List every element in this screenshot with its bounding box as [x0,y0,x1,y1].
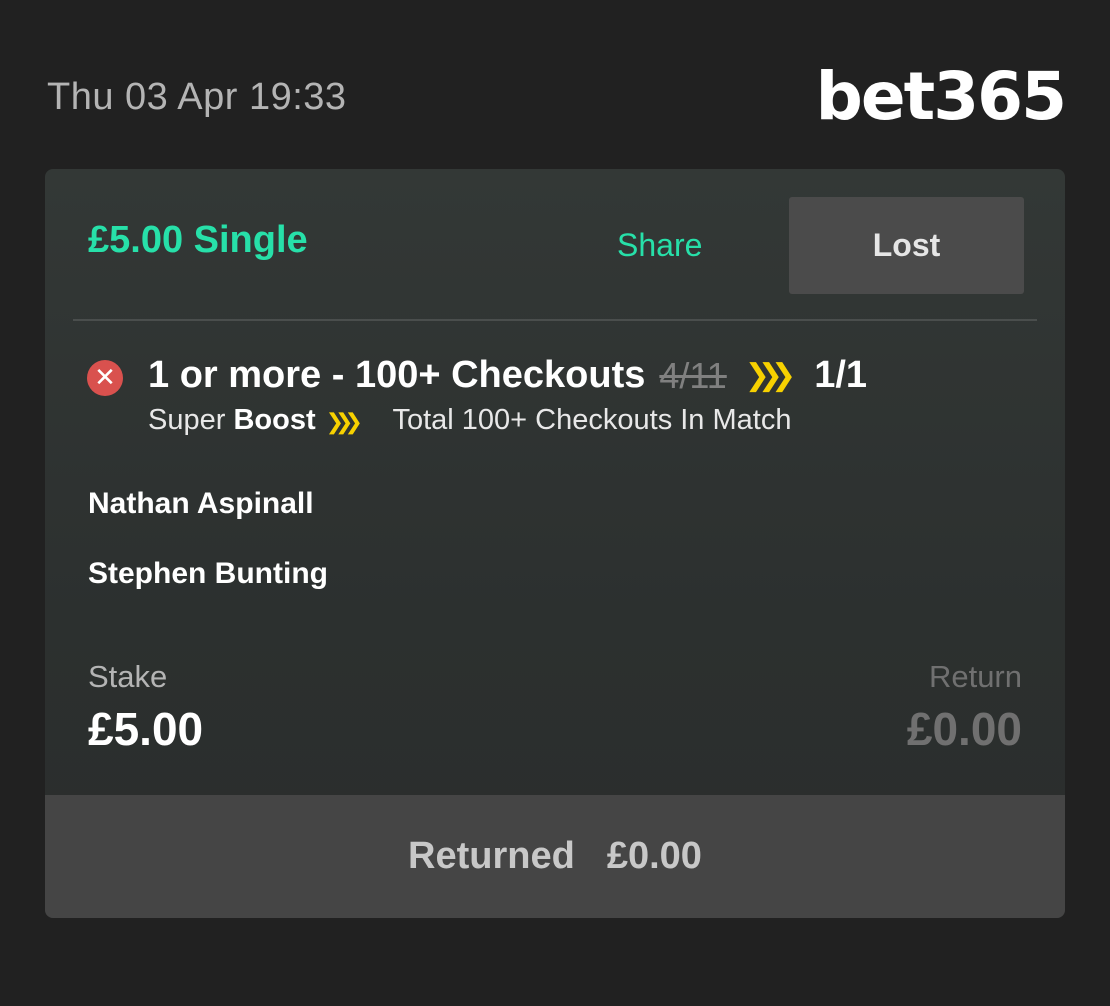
bet-status-button[interactable]: Lost [789,197,1024,294]
selection-line: 1 or more - 100+ Checkouts 4/11 ❯❯❯ 1/1 [148,354,867,397]
selection-subline: Super Boost ❯❯❯ Total 100+ Checkouts In M… [148,404,791,437]
boost-label: Boost [233,404,316,436]
selection-name: 1 or more - 100+ Checkouts [148,354,646,396]
returned-footer: Returned £0.00 [45,795,1065,918]
header-divider [73,319,1037,321]
stake-value: £5.00 [88,703,204,755]
stake-label: Stake [88,659,168,694]
old-odds: 4/11 [659,354,727,396]
boost-chevron-icon: ❯❯❯ [325,410,363,435]
bet-card: £5.00 Single Share Lost ✕ 1 or more - 10… [45,169,1065,918]
share-button[interactable]: Share [617,227,702,264]
market-name: Total 100+ Checkouts In Match [392,404,792,436]
super-label: Super [148,404,226,436]
bet365-logo: bet365 [815,58,1067,135]
bet-receipt-screen: Thu 03 Apr 19:33 bet365 £5.00 Single Sha… [0,0,1110,1006]
new-odds: 1/1 [814,354,868,396]
return-label: Return [928,659,1022,694]
bet-card-header: £5.00 Single Share Lost [45,169,1065,320]
returned-label: Returned [408,835,575,877]
chevron-triple-right-icon: ❯❯❯ [744,358,797,393]
return-value: £0.00 [906,703,1022,755]
returned-value: £0.00 [606,835,702,877]
participant-1: Nathan Aspinall [88,487,314,520]
timestamp: Thu 03 Apr 19:33 [47,76,347,118]
bet-title: £5.00 Single [88,219,308,261]
participant-2: Stephen Bunting [88,557,328,590]
x-circle-icon: ✕ [87,360,123,396]
